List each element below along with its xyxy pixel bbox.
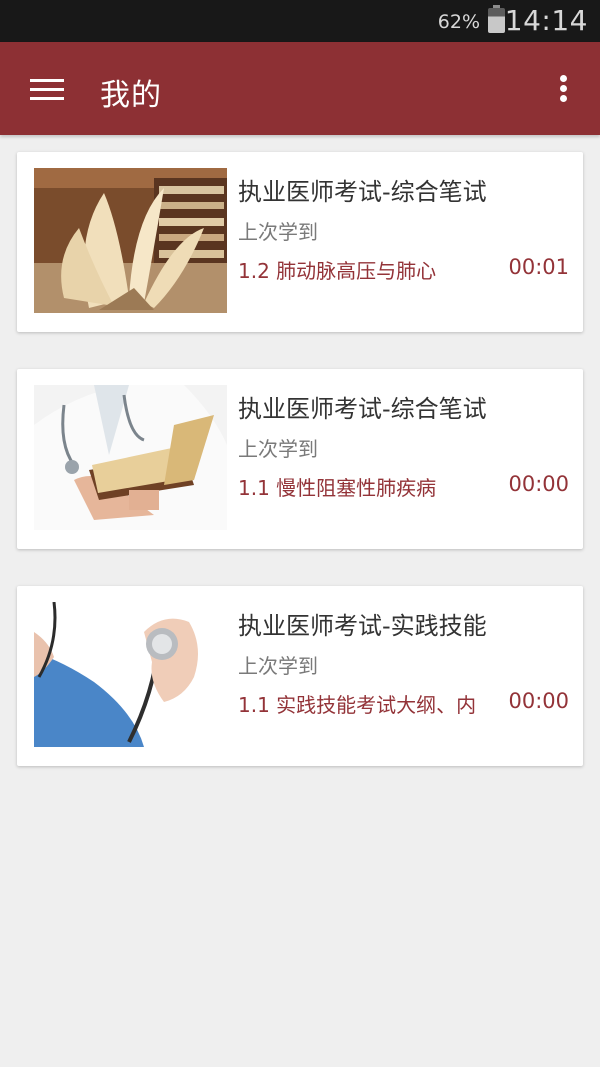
more-vert-icon[interactable] [552, 68, 576, 108]
battery-percent: 62% [437, 11, 480, 33]
lesson-time: 00:00 [508, 689, 569, 713]
battery-icon [488, 5, 505, 33]
course-title: 执业医师考试-综合笔试 [238, 178, 487, 206]
lesson-time: 00:01 [508, 255, 569, 279]
page-title: 我的 [100, 78, 162, 113]
course-title: 执业医师考试-实践技能 [238, 612, 487, 640]
course-card[interactable]: 执业医师考试-综合笔试 上次学到 1.2 肺动脉高压与肺心 00:01 [17, 152, 583, 332]
last-studied-label: 上次学到 [238, 220, 318, 244]
last-lesson: 1.2 肺动脉高压与肺心 [238, 259, 437, 283]
status-clock: 14:14 [504, 4, 588, 37]
last-lesson: 1.1 慢性阻塞性肺疾病 [238, 476, 437, 500]
status-bar: 62% 14:14 [0, 0, 600, 42]
app-bar: 我的 [0, 42, 600, 135]
course-card[interactable]: 执业医师考试-综合笔试 上次学到 1.1 慢性阻塞性肺疾病 00:00 [17, 369, 583, 549]
hamburger-menu-icon[interactable] [24, 70, 70, 110]
last-lesson: 1.1 实践技能考试大纲、内 [238, 693, 477, 717]
course-title: 执业医师考试-综合笔试 [238, 395, 487, 423]
lesson-time: 00:00 [508, 472, 569, 496]
last-studied-label: 上次学到 [238, 654, 318, 678]
doctor-stethoscope-image [34, 602, 227, 747]
course-card[interactable]: 执业医师考试-实践技能 上次学到 1.1 实践技能考试大纲、内 00:00 [17, 586, 583, 766]
doctor-holding-book-image [34, 385, 227, 530]
open-book-stack-image [34, 168, 227, 313]
last-studied-label: 上次学到 [238, 437, 318, 461]
